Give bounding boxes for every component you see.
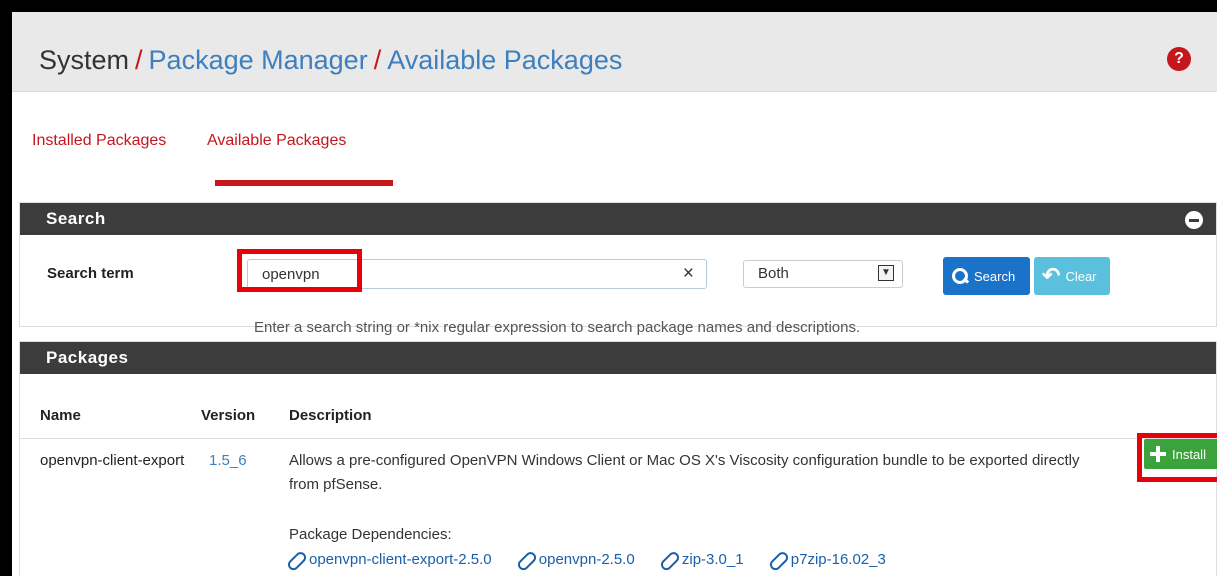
minus-circle-icon[interactable] <box>1185 211 1203 229</box>
packages-panel-header: Packages <box>20 342 1216 374</box>
packages-panel: Packages Name Version Description openvp… <box>19 341 1217 576</box>
package-version-link[interactable]: 1.5_6 <box>209 449 247 473</box>
search-term-label: Search term <box>47 265 134 282</box>
search-button-label: Search <box>974 268 1016 284</box>
search-icon <box>951 267 969 285</box>
page: System / Package Manager / Available Package… <box>12 12 1217 576</box>
dependency-label: zip-3.0_1 <box>681 550 744 568</box>
search-scope-value: Both <box>758 265 789 282</box>
plus-icon <box>1150 446 1166 462</box>
paperclip-icon <box>766 546 791 571</box>
dependency-link[interactable]: p7zip-16.02_3 <box>770 550 886 568</box>
search-panel: Search Search term × Both ▼ Search ↶ Cle… <box>19 202 1217 336</box>
breadcrumb: System / Package Manager / Available Package… <box>39 44 622 76</box>
search-input-highlight <box>237 249 362 292</box>
install-button[interactable]: Install <box>1144 439 1217 469</box>
breadcrumb-system: System <box>39 45 130 75</box>
clear-input-icon[interactable]: × <box>683 263 694 285</box>
packages-panel-title: Packages <box>46 348 129 367</box>
paperclip-icon <box>657 546 682 571</box>
chevron-down-icon: ▼ <box>878 265 894 281</box>
paperclip-icon <box>514 546 539 571</box>
dependency-link[interactable]: openvpn-2.5.0 <box>518 550 635 568</box>
breadcrumb-separator: / <box>373 45 382 75</box>
search-panel-header: Search <box>20 203 1216 235</box>
package-description: Allows a pre-configured OpenVPN Windows … <box>289 452 1080 493</box>
breadcrumb-available-packages[interactable]: Available Packages <box>387 45 622 75</box>
package-name: openvpn-client-export <box>40 452 185 469</box>
table-divider <box>20 438 1216 439</box>
dependency-label: openvpn-client-export-2.5.0 <box>309 550 492 568</box>
dependency-list: openvpn-client-export-2.5.0 openvpn-2.5.… <box>288 550 908 572</box>
search-button[interactable]: Search <box>943 257 1030 295</box>
search-hint: Enter a search string or *nix regular ex… <box>254 319 861 336</box>
breadcrumb-package-manager[interactable]: Package Manager <box>149 45 368 75</box>
tab-available-packages[interactable]: Available Packages <box>207 132 346 150</box>
column-header-description: Description <box>289 407 372 424</box>
clear-button-label: Clear <box>1065 268 1097 284</box>
question-circle-icon[interactable]: ? <box>1167 47 1191 71</box>
column-header-name: Name <box>40 407 81 424</box>
active-tab-indicator <box>215 180 393 186</box>
column-header-version: Version <box>201 407 256 424</box>
undo-icon: ↶ <box>1042 263 1061 288</box>
clear-button[interactable]: ↶ Clear <box>1034 257 1110 295</box>
dependencies-label: Package Dependencies: <box>289 526 452 543</box>
search-panel-title: Search <box>46 209 106 228</box>
tab-installed-packages[interactable]: Installed Packages <box>32 132 166 150</box>
dependency-link[interactable]: openvpn-client-export-2.5.0 <box>288 550 492 568</box>
search-scope-select[interactable]: Both ▼ <box>743 260 903 288</box>
install-button-label: Install <box>1172 446 1206 462</box>
breadcrumb-separator: / <box>135 45 143 75</box>
dependency-label: openvpn-2.5.0 <box>538 550 635 568</box>
dependency-label: p7zip-16.02_3 <box>790 550 886 568</box>
page-header: System / Package Manager / Available Package… <box>12 12 1217 92</box>
dependency-link[interactable]: zip-3.0_1 <box>661 550 744 568</box>
paperclip-icon <box>284 546 309 571</box>
